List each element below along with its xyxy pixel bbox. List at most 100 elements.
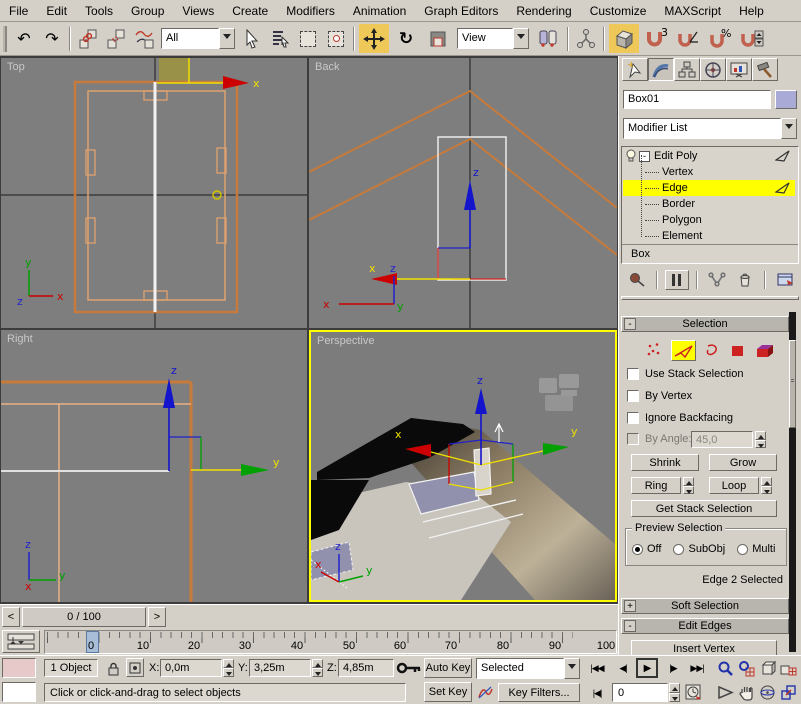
edge-mode-icon[interactable] xyxy=(671,340,696,361)
grow-button[interactable]: Grow xyxy=(709,454,777,471)
mirror-icon[interactable] xyxy=(533,24,563,53)
menu-tools[interactable]: Tools xyxy=(76,2,122,20)
get-stack-selection-button[interactable]: Get Stack Selection xyxy=(631,500,777,517)
zoom-icon[interactable] xyxy=(716,658,735,678)
tab-modify[interactable] xyxy=(648,58,674,81)
set-key-button[interactable]: Set Key xyxy=(424,682,472,702)
top-viewport-canvas[interactable]: x y x z xyxy=(1,58,307,328)
stack-base-label[interactable]: Box xyxy=(631,248,650,260)
reference-coordsys-arrow-icon[interactable] xyxy=(513,28,529,49)
stack-row-element[interactable]: Element xyxy=(623,228,795,244)
ignore-backfacing-row[interactable]: Ignore Backfacing xyxy=(627,412,733,424)
go-to-start-icon[interactable]: |◀◀ xyxy=(586,658,608,678)
back-viewport-canvas[interactable]: z x z x y xyxy=(309,58,617,328)
select-and-rotate-icon[interactable]: ↻ xyxy=(391,24,421,53)
move-gizmo-z-axis[interactable]: z xyxy=(163,364,177,471)
ring-spinner[interactable] xyxy=(683,477,694,494)
toolbar-drag-handle[interactable] xyxy=(3,26,7,52)
preview-multi-radio[interactable] xyxy=(737,544,748,555)
selection-lock-icon[interactable] xyxy=(104,659,122,677)
auto-key-button[interactable]: Auto Key xyxy=(424,658,472,678)
loop-spinner[interactable] xyxy=(761,477,772,494)
insert-vertex-button[interactable]: Insert Vertex xyxy=(631,640,777,655)
viewport-back-label[interactable]: Back xyxy=(315,61,339,73)
field-of-view-icon[interactable] xyxy=(716,682,735,702)
x-coord-field[interactable]: 0,0m xyxy=(160,659,222,677)
object-color-swatch[interactable] xyxy=(775,90,797,109)
edit-edges-rollout-header[interactable]: - Edit Edges xyxy=(621,618,789,634)
current-frame-field[interactable]: 0 xyxy=(612,683,668,702)
tab-utilities[interactable] xyxy=(752,58,778,81)
zoom-all-icon[interactable] xyxy=(737,658,756,678)
by-angle-field[interactable]: 45,0 xyxy=(691,431,753,448)
time-configuration-icon[interactable] xyxy=(684,682,703,702)
menu-edit[interactable]: Edit xyxy=(37,2,76,20)
key-filters-button[interactable]: Key Filters... xyxy=(498,683,580,702)
by-vertex-row[interactable]: By Vertex xyxy=(627,390,692,402)
selection-set-arrow-icon[interactable] xyxy=(564,658,580,679)
loop-button[interactable]: Loop xyxy=(709,477,759,494)
y-coord-field[interactable]: 3,25m xyxy=(249,659,311,677)
modifier-list-dropdown[interactable]: Modifier List xyxy=(623,118,797,139)
window-crossing-icon[interactable] xyxy=(323,25,349,52)
menu-create[interactable]: Create xyxy=(223,2,277,20)
by-vertex-checkbox[interactable] xyxy=(627,390,639,402)
preview-subobj-radio[interactable] xyxy=(673,544,684,555)
time-slider-next-icon[interactable]: > xyxy=(148,607,166,627)
stack-row-border[interactable]: Border xyxy=(623,196,795,212)
polygon-mode-icon[interactable] xyxy=(728,342,748,360)
preview-off-radio[interactable] xyxy=(632,544,643,555)
show-end-result-icon[interactable] xyxy=(665,270,689,290)
stack-item-label[interactable]: Polygon xyxy=(662,214,702,226)
viewport-back[interactable]: z x z x y Back xyxy=(309,58,617,328)
set-key-curve-icon[interactable] xyxy=(476,682,494,702)
tab-motion[interactable] xyxy=(700,58,726,81)
selection-filter-dropdown[interactable]: All xyxy=(161,28,235,49)
key-mode-toggle-icon[interactable]: |◀| xyxy=(586,683,608,703)
move-gizmo-x-axis[interactable]: x xyxy=(369,262,470,285)
select-object-icon[interactable] xyxy=(239,25,265,52)
select-and-scale-icon[interactable] xyxy=(423,24,453,53)
viewport-right-label[interactable]: Right xyxy=(7,333,33,345)
arc-rotate-icon[interactable] xyxy=(758,682,777,702)
perspective-viewport-canvas[interactable]: x y z z x y xyxy=(311,332,615,600)
previous-frame-icon[interactable]: ◀| xyxy=(612,658,634,678)
move-gizmo-z-axis[interactable]: z xyxy=(464,166,479,248)
maximize-viewport-toggle-icon[interactable] xyxy=(779,682,798,702)
collapse-icon[interactable]: - xyxy=(624,318,636,330)
ignore-backfacing-checkbox[interactable] xyxy=(627,412,639,424)
bind-to-space-warp-icon[interactable] xyxy=(131,25,157,52)
remove-modifier-icon[interactable] xyxy=(733,270,757,290)
stack-row-box[interactable]: Box xyxy=(623,246,795,262)
unlink-selection-icon[interactable] xyxy=(103,25,129,52)
border-mode-icon[interactable] xyxy=(702,342,722,360)
play-button[interactable]: ▶ xyxy=(636,658,658,678)
configure-modifier-sets-icon[interactable] xyxy=(773,270,799,290)
go-to-end-icon[interactable]: ▶▶| xyxy=(686,658,708,678)
tab-create[interactable] xyxy=(622,58,648,81)
menu-file[interactable]: File xyxy=(0,2,37,20)
modifier-list-arrow-icon[interactable] xyxy=(781,118,797,139)
menu-animation[interactable]: Animation xyxy=(344,2,415,20)
menu-views[interactable]: Views xyxy=(173,2,223,20)
panel-splitter[interactable] xyxy=(621,296,799,300)
percent-snap-toggle-icon[interactable]: % xyxy=(705,24,735,53)
snaps-toggle-icon[interactable] xyxy=(609,24,639,53)
stack-modifier-label[interactable]: Edit Poly xyxy=(654,150,697,162)
stack-item-label[interactable]: Border xyxy=(662,198,695,210)
z-coord-field[interactable]: 4,85m xyxy=(338,659,394,677)
rectangular-selection-region-icon[interactable] xyxy=(295,25,321,52)
redo-icon[interactable]: ↷ xyxy=(39,25,65,52)
make-unique-icon[interactable] xyxy=(705,270,729,290)
stack-item-label[interactable]: Vertex xyxy=(662,166,693,178)
pin-stack-icon[interactable] xyxy=(625,270,649,290)
element-mode-icon[interactable] xyxy=(754,342,778,360)
panel-scrollbar[interactable] xyxy=(789,312,796,652)
time-slider-prev-icon[interactable]: < xyxy=(2,607,20,627)
vertex-mode-icon[interactable] xyxy=(645,342,665,360)
use-stack-selection-checkbox[interactable] xyxy=(627,368,639,380)
visibility-bulb-icon[interactable] xyxy=(624,149,638,163)
menu-maxscript[interactable]: MAXScript xyxy=(655,2,730,20)
x-spinner[interactable] xyxy=(223,659,234,677)
tab-display[interactable] xyxy=(726,58,752,81)
